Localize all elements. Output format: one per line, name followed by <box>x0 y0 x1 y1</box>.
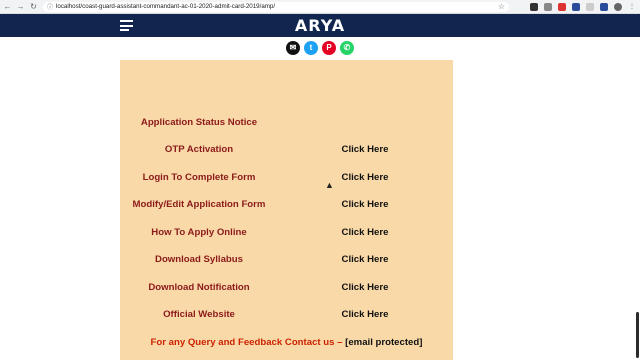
link-label: OTP Activation <box>164 144 234 155</box>
site-header: ARYA <box>0 14 640 37</box>
link-row: Login To Complete Form Click Here <box>120 172 453 186</box>
click-here-link[interactable]: Click Here <box>325 309 405 320</box>
contact-line: For any Query and Feedback Contact us – … <box>120 337 453 348</box>
extension-icon[interactable] <box>544 2 552 11</box>
click-here-link[interactable]: Click Here <box>325 282 405 293</box>
extensions-area: ⋮ <box>524 2 636 11</box>
extension-icon[interactable] <box>558 2 566 11</box>
forward-button[interactable]: → <box>15 0 26 14</box>
twitter-share-icon[interactable]: t <box>304 41 318 55</box>
link-row: OTP Activation Click Here <box>120 144 453 158</box>
link-row: Download Notification Click Here <box>120 282 453 296</box>
extension-icon[interactable] <box>530 2 538 11</box>
profile-avatar[interactable] <box>614 2 622 11</box>
pinterest-share-icon[interactable]: P <box>322 41 336 55</box>
link-row: How To Apply Online Click Here <box>120 227 453 241</box>
click-here-link[interactable]: Click Here <box>325 172 405 183</box>
link-label: Official Website <box>163 309 235 320</box>
extension-icon[interactable] <box>600 2 608 11</box>
address-bar[interactable]: ⓘ localhost/coast-guard-assistant-comman… <box>43 1 509 12</box>
back-button[interactable]: ← <box>2 0 13 14</box>
links-table: Application Status Notice OTP Activation… <box>120 60 453 360</box>
link-label: Download Notification <box>148 282 250 293</box>
query-text: For any Query and Feedback Contact us – <box>150 337 343 348</box>
link-row: Download Syllabus Click Here <box>120 254 453 268</box>
site-logo[interactable]: ARYA <box>0 16 640 35</box>
click-here-link[interactable]: Click Here <box>325 199 405 210</box>
url-text[interactable]: localhost/coast-guard-assistant-commanda… <box>56 3 275 10</box>
mouse-cursor-icon: ▲ <box>325 180 334 190</box>
notice-label: Application Status Notice <box>140 117 258 128</box>
extension-icon[interactable] <box>572 2 580 11</box>
extension-icon[interactable] <box>586 2 594 11</box>
notice-row: Application Status Notice <box>120 117 453 131</box>
email-share-icon[interactable]: ✉ <box>286 41 300 55</box>
click-here-link[interactable]: Click Here <box>325 254 405 265</box>
scrollbar-thumb[interactable] <box>636 312 639 358</box>
link-label: Download Syllabus <box>155 254 243 265</box>
share-buttons: ✉ t P ✆ <box>0 41 640 55</box>
link-row: Modify/Edit Application Form Click Here <box>120 199 453 213</box>
click-here-link[interactable]: Click Here <box>325 227 405 238</box>
link-row: Official Website Click Here <box>120 309 453 323</box>
info-icon[interactable]: ⓘ <box>47 2 53 11</box>
bookmark-star-icon[interactable]: ☆ <box>498 2 505 11</box>
browser-toolbar: ← → ↻ ⓘ localhost/coast-guard-assistant-… <box>0 0 640 14</box>
email-link[interactable]: [email protected] <box>345 337 422 348</box>
whatsapp-share-icon[interactable]: ✆ <box>340 41 354 55</box>
reload-button[interactable]: ↻ <box>28 0 39 14</box>
link-label: Login To Complete Form <box>142 172 256 183</box>
menu-kebab-icon[interactable]: ⋮ <box>628 3 636 11</box>
link-label: Modify/Edit Application Form <box>132 199 266 210</box>
click-here-link[interactable]: Click Here <box>325 144 405 155</box>
link-label: How To Apply Online <box>151 227 247 238</box>
